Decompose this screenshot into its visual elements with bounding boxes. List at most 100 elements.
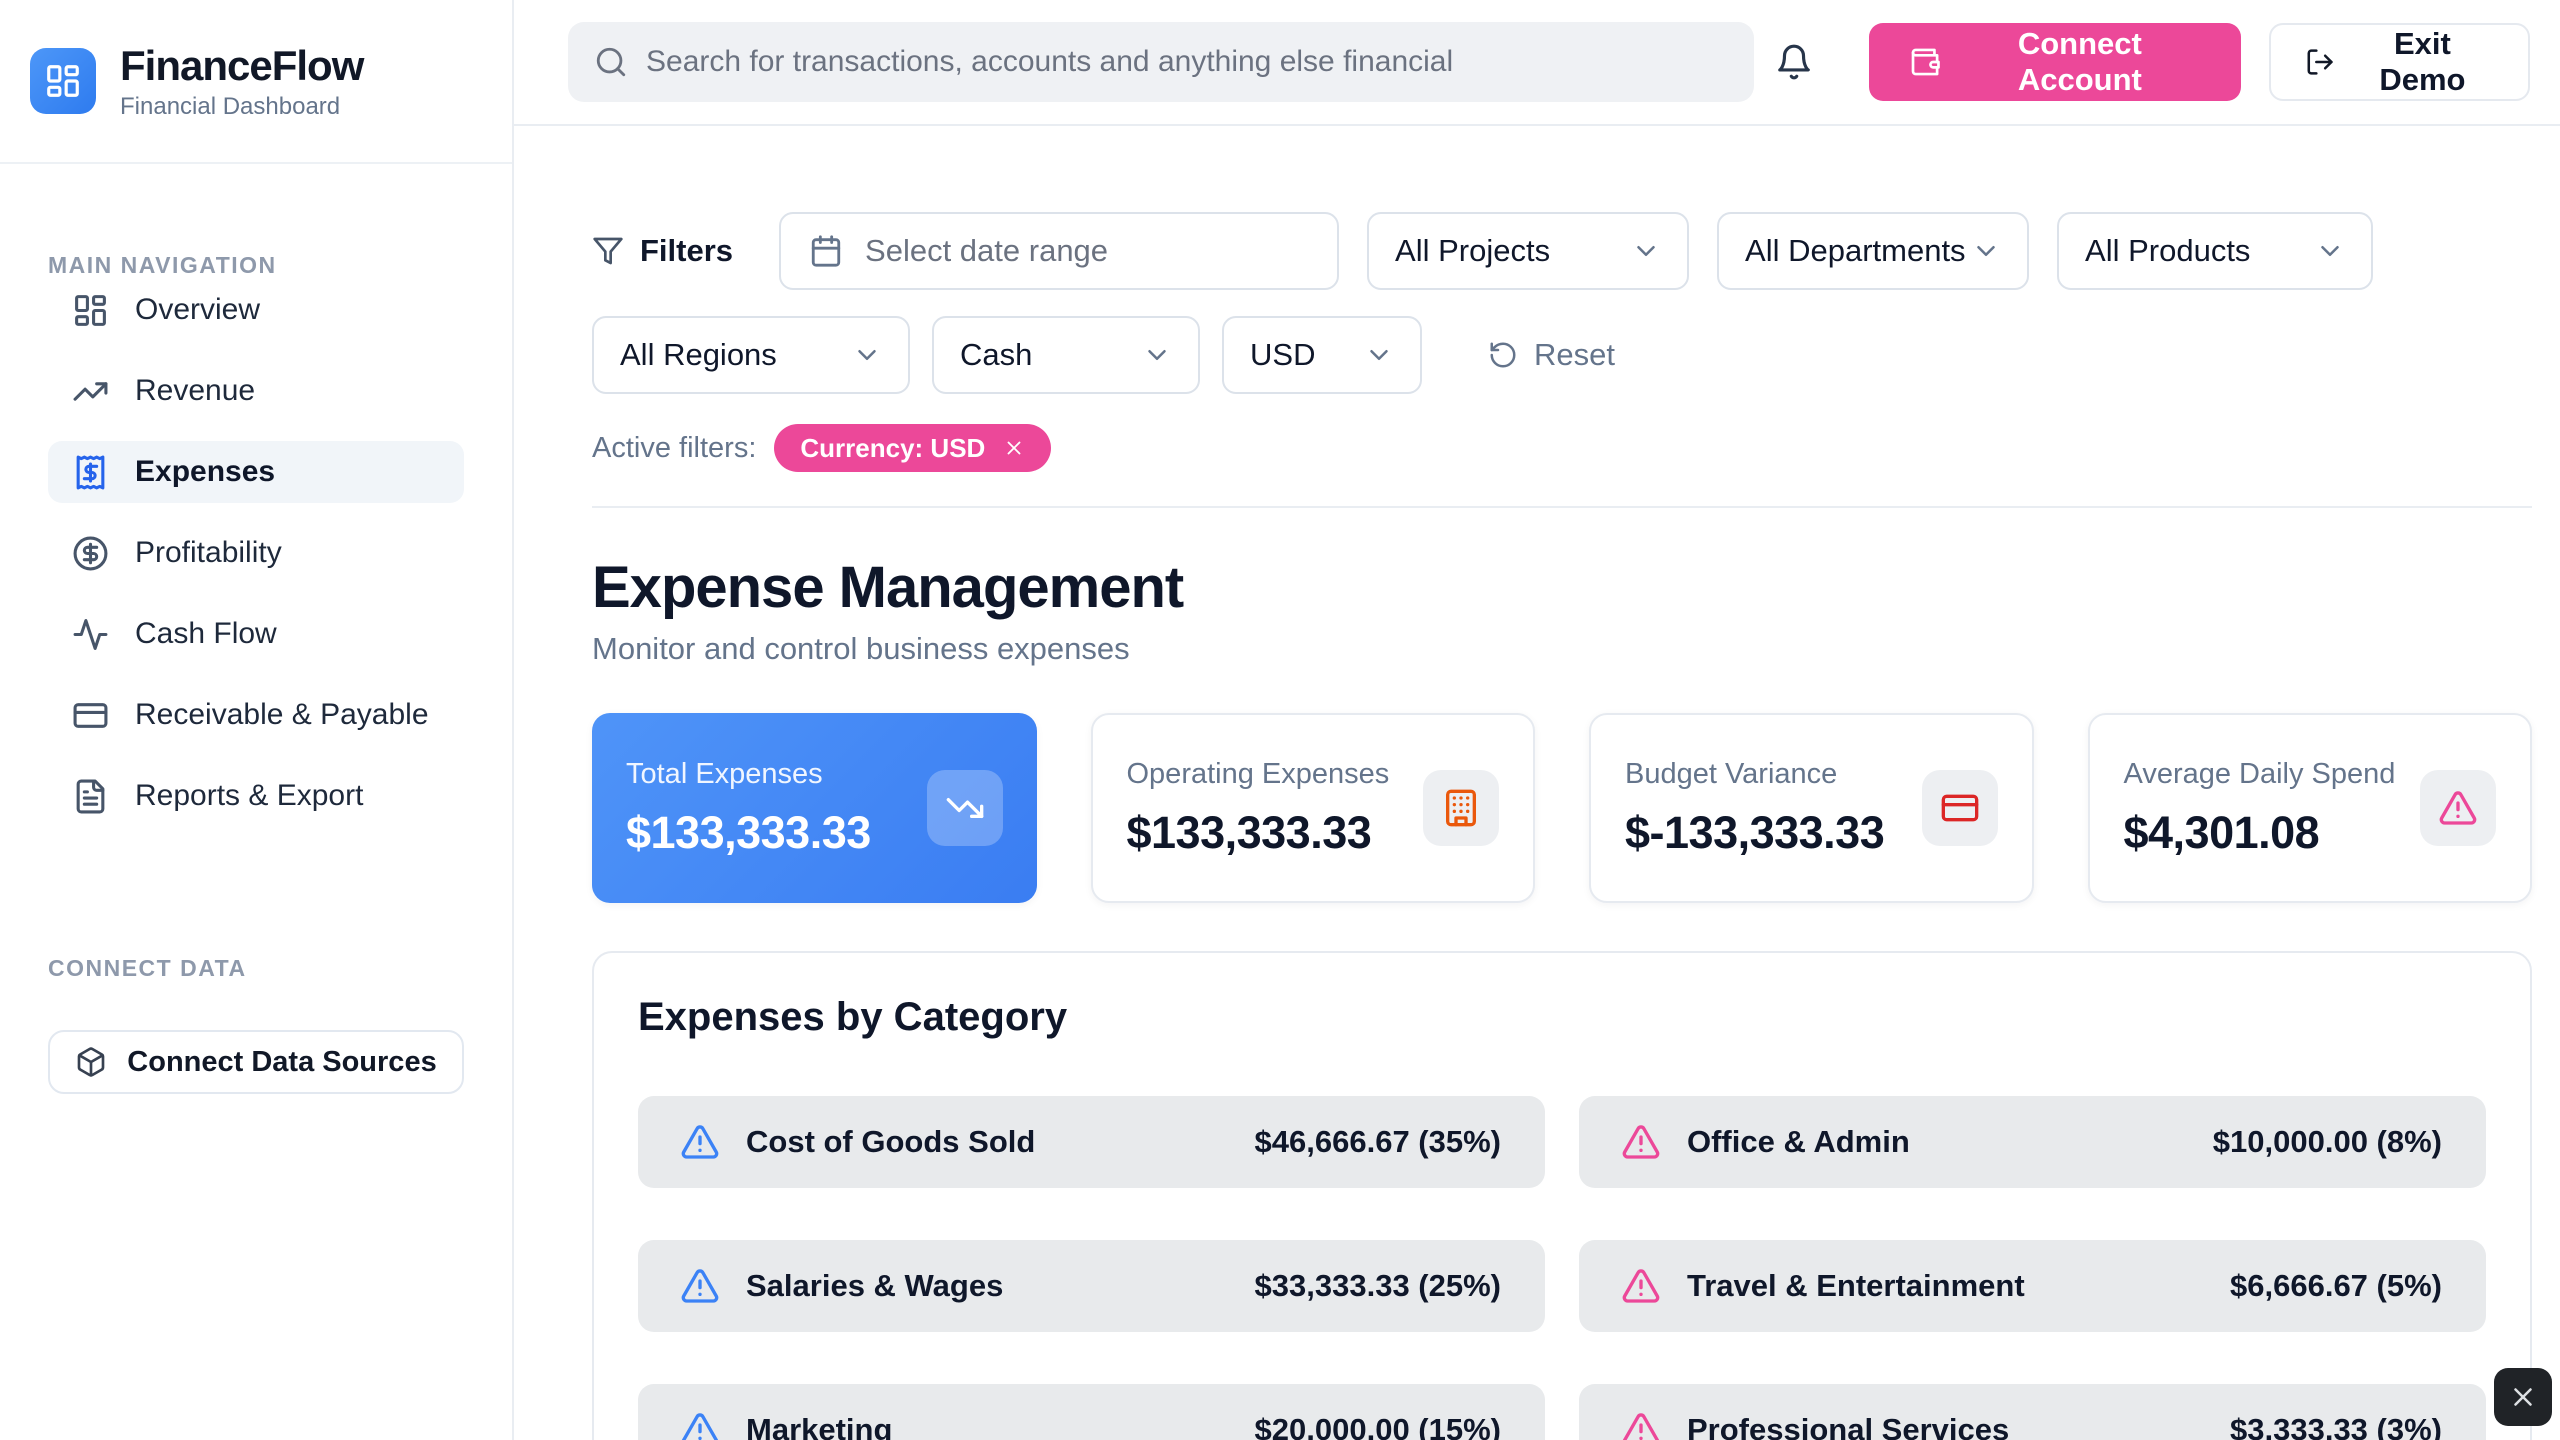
regions-select[interactable]: All Regions bbox=[592, 316, 910, 394]
search-input[interactable] bbox=[646, 45, 1728, 79]
close-overlay-button[interactable] bbox=[2494, 1368, 2552, 1426]
expenses-by-category-title: Expenses by Category bbox=[638, 995, 2486, 1040]
section-divider bbox=[592, 506, 2532, 508]
nav-section-label: MAIN NAVIGATION bbox=[48, 252, 464, 279]
products-select-value: All Products bbox=[2085, 233, 2250, 269]
notifications-button[interactable] bbox=[1766, 32, 1823, 92]
brand: FinanceFlow Financial Dashboard bbox=[0, 0, 512, 164]
date-range-input[interactable]: Select date range bbox=[779, 212, 1339, 290]
stat-label: Budget Variance bbox=[1625, 758, 1884, 791]
stat-card: Operating Expenses $133,333.33 bbox=[1091, 713, 1536, 903]
filters-header: Filters bbox=[592, 233, 733, 269]
departments-select-value: All Departments bbox=[1745, 233, 1966, 269]
expenses-by-category-card: Expenses by Category Cost of Goods Sold … bbox=[592, 951, 2532, 1440]
sidebar-item[interactable]: Receivable & Payable bbox=[48, 684, 464, 746]
sidebar-item-label: Receivable & Payable bbox=[135, 698, 429, 732]
category-row[interactable]: Salaries & Wages $33,333.33 (25%) bbox=[638, 1240, 1545, 1332]
filters-title: Filters bbox=[640, 233, 733, 269]
active-filters-row: Active filters: Currency: USD bbox=[592, 424, 2532, 472]
log-out-icon bbox=[2305, 46, 2335, 78]
category-row[interactable]: Cost of Goods Sold $46,666.67 (35%) bbox=[638, 1096, 1545, 1188]
stat-text: Average Daily Spend $4,301.08 bbox=[2124, 758, 2396, 859]
stat-value: $133,333.33 bbox=[1127, 807, 1390, 859]
projects-select-value: All Projects bbox=[1395, 233, 1550, 269]
chevron-down-icon bbox=[2315, 236, 2345, 266]
products-select[interactable]: All Products bbox=[2057, 212, 2373, 290]
basis-select-value: Cash bbox=[960, 337, 1032, 373]
chevron-down-icon bbox=[1971, 236, 2001, 266]
stats-row: Total Expenses $133,333.33 Operating Exp… bbox=[592, 713, 2532, 903]
stat-icon-chip bbox=[1423, 770, 1499, 846]
active-filter-chip[interactable]: Currency: USD bbox=[774, 424, 1051, 472]
category-value: $20,000.00 (15%) bbox=[1255, 1412, 1501, 1440]
connect-account-button[interactable]: Connect Account bbox=[1869, 23, 2241, 101]
close-icon bbox=[2508, 1382, 2538, 1412]
chevron-down-icon bbox=[1142, 340, 1172, 370]
departments-select[interactable]: All Departments bbox=[1717, 212, 2029, 290]
category-label: Cost of Goods Sold bbox=[746, 1124, 1229, 1160]
sidebar-item[interactable]: Reports & Export bbox=[48, 765, 464, 827]
active-filter-chip-label: Currency: USD bbox=[800, 433, 985, 464]
category-row[interactable]: Travel & Entertainment $6,666.67 (5%) bbox=[1579, 1240, 2486, 1332]
chevron-down-icon bbox=[852, 340, 882, 370]
sidebar: FinanceFlow Financial Dashboard MAIN NAV… bbox=[0, 0, 514, 1440]
category-value: $33,333.33 (25%) bbox=[1255, 1268, 1501, 1304]
reset-label: Reset bbox=[1534, 337, 1615, 373]
credit-card-icon bbox=[72, 697, 109, 734]
search-bar[interactable] bbox=[568, 22, 1754, 102]
triangle-alert-icon bbox=[680, 1266, 720, 1306]
connect-account-label: Connect Account bbox=[1959, 26, 2201, 98]
sidebar-item[interactable]: Expenses bbox=[48, 441, 464, 503]
stat-value: $133,333.33 bbox=[626, 807, 871, 859]
connect-section-label: CONNECT DATA bbox=[48, 955, 464, 982]
category-grid: Cost of Goods Sold $46,666.67 (35%) Offi… bbox=[638, 1096, 2486, 1440]
sidebar-item[interactable]: Overview bbox=[48, 279, 464, 341]
filters-row-2: All Regions Cash USD Reset bbox=[592, 316, 2532, 394]
category-label: Salaries & Wages bbox=[746, 1268, 1229, 1304]
triangle-alert-icon bbox=[680, 1410, 720, 1440]
stat-value: $4,301.08 bbox=[2124, 807, 2396, 859]
app-logo bbox=[30, 48, 96, 114]
category-row[interactable]: Office & Admin $10,000.00 (8%) bbox=[1579, 1096, 2486, 1188]
connect-data-sources-button[interactable]: Connect Data Sources bbox=[48, 1030, 464, 1094]
chevron-down-icon bbox=[1631, 236, 1661, 266]
trending-up-icon bbox=[72, 373, 109, 410]
sidebar-item-label: Reports & Export bbox=[135, 779, 363, 813]
regions-select-value: All Regions bbox=[620, 337, 777, 373]
sidebar-item[interactable]: Revenue bbox=[48, 360, 464, 422]
date-range-placeholder: Select date range bbox=[865, 233, 1108, 269]
main-navigation: MAIN NAVIGATION Overview Revenue Expense… bbox=[0, 252, 512, 1094]
triangle-alert-icon bbox=[1621, 1410, 1661, 1440]
wallet-icon bbox=[1909, 45, 1941, 79]
sidebar-item-label: Revenue bbox=[135, 374, 255, 408]
search-icon bbox=[594, 45, 628, 79]
category-label: Office & Admin bbox=[1687, 1124, 2187, 1160]
currency-select-value: USD bbox=[1250, 337, 1315, 373]
basis-select[interactable]: Cash bbox=[932, 316, 1200, 394]
stat-text: Operating Expenses $133,333.33 bbox=[1127, 758, 1390, 859]
sidebar-item[interactable]: Profitability bbox=[48, 522, 464, 584]
category-label: Travel & Entertainment bbox=[1687, 1268, 2204, 1304]
sidebar-item-label: Expenses bbox=[135, 455, 275, 489]
sidebar-item[interactable]: Cash Flow bbox=[48, 603, 464, 665]
triangle-alert-icon bbox=[1621, 1266, 1661, 1306]
app-tagline: Financial Dashboard bbox=[120, 93, 363, 121]
stat-label: Operating Expenses bbox=[1127, 758, 1390, 791]
triangle-alert-icon bbox=[2438, 788, 2478, 828]
category-row[interactable]: Marketing $20,000.00 (15%) bbox=[638, 1384, 1545, 1440]
stat-label: Total Expenses bbox=[626, 758, 871, 791]
exit-demo-button[interactable]: Exit Demo bbox=[2269, 23, 2530, 101]
currency-select[interactable]: USD bbox=[1222, 316, 1422, 394]
main-content: Filters Select date range All Projects A… bbox=[514, 126, 2560, 1440]
category-label: Marketing bbox=[746, 1412, 1229, 1440]
filter-icon bbox=[592, 235, 624, 267]
stat-label: Average Daily Spend bbox=[2124, 758, 2396, 791]
projects-select[interactable]: All Projects bbox=[1367, 212, 1689, 290]
stat-text: Budget Variance $-133,333.33 bbox=[1625, 758, 1884, 859]
chevron-down-icon bbox=[1364, 340, 1394, 370]
reset-filters-button[interactable]: Reset bbox=[1488, 337, 1615, 373]
category-row[interactable]: Professional Services $3,333.33 (3%) bbox=[1579, 1384, 2486, 1440]
remove-filter-icon[interactable] bbox=[1003, 437, 1025, 459]
category-value: $6,666.67 (5%) bbox=[2230, 1268, 2442, 1304]
stat-card: Total Expenses $133,333.33 bbox=[592, 713, 1037, 903]
